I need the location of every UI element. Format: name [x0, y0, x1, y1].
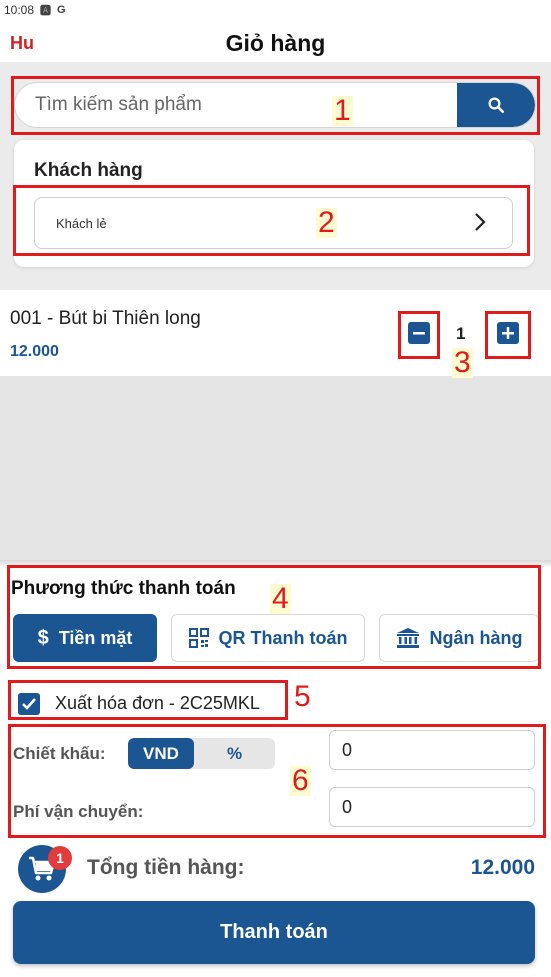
status-bar: 10:08 🅰 G — [0, 0, 551, 20]
customer-label: Khách hàng — [34, 160, 143, 181]
bank-icon — [396, 628, 419, 648]
annotation-number-4: 4 — [270, 582, 291, 615]
cart-item-price: 12.000 — [10, 343, 59, 360]
back-button[interactable]: Hu — [10, 33, 34, 54]
decrease-quantity-button[interactable] — [408, 322, 430, 344]
annotation-number-6: 6 — [290, 764, 311, 797]
shipping-fee-input[interactable] — [330, 788, 534, 826]
discount-input[interactable] — [330, 731, 534, 769]
product-search-bar — [14, 82, 536, 128]
payment-cash-button[interactable]: $ Tiền mặt — [13, 614, 157, 662]
annotation-number-2: 2 — [316, 206, 337, 239]
checkout-button[interactable]: Thanh toán — [13, 901, 535, 964]
check-icon — [22, 698, 36, 710]
discount-field — [329, 730, 535, 770]
search-icon — [488, 97, 505, 114]
customer-value: Khách lẻ — [56, 216, 107, 231]
total-value: 12.000 — [470, 856, 535, 879]
minus-icon — [413, 332, 425, 335]
cart-item-name: 001 - Bút bi Thiên long — [10, 308, 201, 329]
google-icon: G — [57, 4, 66, 16]
section-divider — [0, 560, 551, 568]
cart-empty-area — [0, 376, 551, 566]
payment-bank-button[interactable]: Ngân hàng — [379, 614, 539, 662]
total-label: Tổng tiền hàng: — [87, 856, 245, 879]
chevron-right-icon — [475, 213, 486, 231]
payment-bank-label: Ngân hàng — [429, 627, 523, 648]
annotation-number-1: 1 — [332, 94, 353, 127]
invoice-checkbox[interactable] — [18, 693, 40, 715]
increase-quantity-button[interactable] — [497, 322, 519, 344]
status-time: 10:08 — [4, 3, 35, 17]
shipping-fee-field — [329, 787, 535, 827]
payment-qr-label: QR Thanh toán — [218, 627, 348, 648]
annotation-number-3: 3 — [452, 346, 473, 379]
annotation-number-5: 5 — [294, 680, 311, 713]
plus-icon — [502, 327, 514, 339]
discount-unit-toggle: VND % — [128, 738, 275, 769]
shipping-fee-label: Phí vận chuyển: — [13, 802, 144, 821]
payment-method-title: Phương thức thanh toán — [11, 578, 236, 599]
invoice-label: Xuất hóa đơn - 2C25MKL — [55, 693, 260, 713]
payment-cash-label: Tiền mặt — [58, 627, 133, 648]
cart-item-quantity: 1 — [456, 324, 466, 343]
page-title: Giỏ hàng — [225, 30, 326, 56]
discount-unit-percent[interactable]: % — [194, 738, 275, 769]
qr-code-icon — [188, 628, 209, 648]
payment-qr-button[interactable]: QR Thanh toán — [171, 614, 365, 662]
discount-unit-vnd[interactable]: VND — [128, 738, 194, 769]
search-button[interactable] — [457, 83, 535, 127]
cart-count-badge: 1 — [48, 846, 72, 870]
discount-label: Chiết khấu: — [13, 744, 106, 763]
search-input[interactable] — [15, 83, 459, 127]
a-icon: 🅰 — [40, 5, 52, 17]
dollar-icon: $ — [37, 626, 49, 649]
